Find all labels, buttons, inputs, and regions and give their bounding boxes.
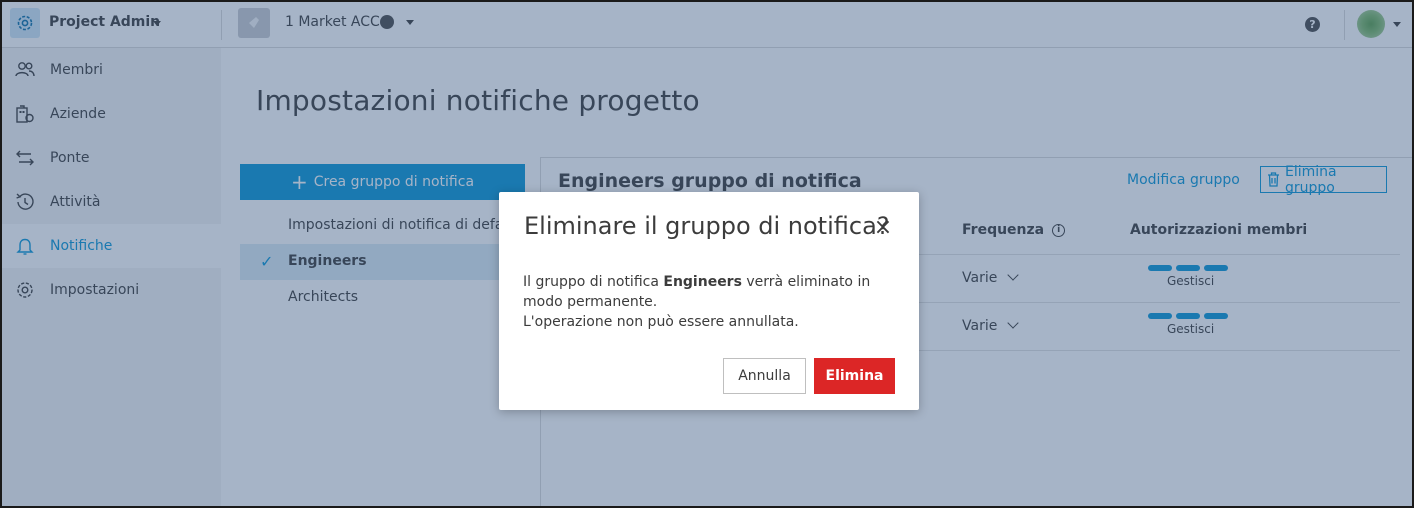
dialog-title: Eliminare il gruppo di notifica? xyxy=(524,212,890,240)
cancel-button[interactable]: Annulla xyxy=(723,358,806,394)
dialog-group-name: Engineers xyxy=(663,274,742,290)
dialog-warning: L'operazione non può essere annullata. xyxy=(523,314,799,330)
delete-confirm-dialog: Eliminare il gruppo di notifica? × Il gr… xyxy=(499,192,919,410)
app-window: Project Admin 1 Market ACC ? Membri Azie… xyxy=(0,0,1414,508)
delete-button[interactable]: Elimina xyxy=(814,358,895,394)
close-icon[interactable]: × xyxy=(873,217,893,239)
dialog-message: Il gruppo di notifica Engineers verrà el… xyxy=(523,272,903,332)
dialog-message-prefix: Il gruppo di notifica xyxy=(523,274,664,290)
